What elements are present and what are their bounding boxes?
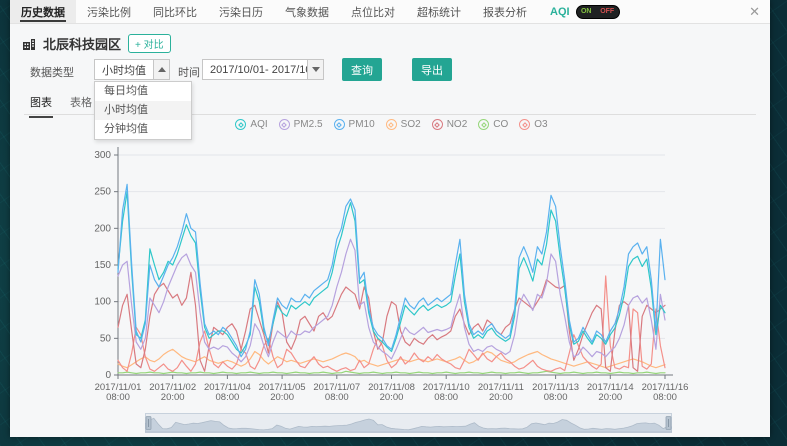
dropdown-option-1[interactable]: 小时均值 (95, 101, 191, 120)
tab-chart[interactable]: 图表 (30, 94, 52, 116)
svg-text:2017/11/0220:00: 2017/11/0220:00 (149, 382, 196, 402)
svg-text:2017/11/0408:00: 2017/11/0408:00 (204, 382, 251, 402)
legend-item-CO[interactable]: CO (478, 119, 508, 130)
legend-label: NO2 (447, 119, 468, 130)
time-range-select[interactable]: 2017/10/01- 2017/10/31 (202, 59, 324, 80)
legend-label: PM10 (349, 119, 375, 130)
nav-tab-5[interactable]: 点位比对 (340, 0, 406, 23)
legend-marker-icon (279, 119, 290, 130)
svg-text:100: 100 (94, 297, 111, 308)
toggle-off-label: OFF (600, 8, 614, 15)
data-type-value: 小时均值 (95, 62, 153, 78)
data-type-label: 数据类型 (30, 64, 74, 80)
data-type-select[interactable]: 小时均值 (94, 59, 170, 80)
datazoom-slider[interactable] (145, 413, 672, 433)
svg-text:2017/11/1120:00: 2017/11/1120:00 (478, 382, 524, 402)
legend-label: SO2 (401, 119, 421, 130)
svg-text:2017/11/1420:00: 2017/11/1420:00 (587, 382, 634, 402)
aqi-label: AQI (550, 6, 570, 18)
svg-text:200: 200 (94, 223, 111, 234)
nav-tabs: 历史数据污染比例同比环比污染日历气象数据点位比对超标统计报表分析 (10, 0, 538, 23)
legend-item-PM10[interactable]: PM10 (334, 119, 375, 130)
building-icon (22, 37, 36, 51)
legend-item-NO2[interactable]: NO2 (432, 119, 468, 130)
top-navbar: 历史数据污染比例同比环比污染日历气象数据点位比对超标统计报表分析 AQI ON … (10, 0, 770, 24)
time-label: 时间 (178, 64, 200, 80)
data-type-dropdown-list: 每日均值小时均值分钟均值 (94, 81, 192, 140)
datazoom-svg (145, 413, 672, 433)
legend-label: O3 (534, 119, 547, 130)
chevron-down-icon[interactable] (307, 60, 323, 79)
svg-text:2017/11/1308:00: 2017/11/1308:00 (532, 382, 579, 402)
svg-text:2017/11/0708:00: 2017/11/0708:00 (313, 382, 360, 402)
legend-label: PM2.5 (294, 119, 323, 130)
export-button[interactable]: 导出 (412, 58, 452, 81)
svg-text:2017/11/1608:00: 2017/11/1608:00 (642, 382, 689, 402)
legend-marker-icon (432, 119, 443, 130)
aqi-switch-group: AQI ON OFF (550, 0, 620, 23)
svg-text:2017/11/0520:00: 2017/11/0520:00 (259, 382, 306, 402)
app-background: 历史数据污染比例同比环比污染日历气象数据点位比对超标统计报表分析 AQI ON … (0, 0, 787, 446)
nav-tab-4[interactable]: 气象数据 (274, 0, 340, 23)
dropdown-option-2[interactable]: 分钟均值 (95, 120, 191, 139)
chart-area[interactable]: 0 50 100 150 200 250 300 2017/11/0108:00 2017/11… (10, 140, 770, 402)
svg-text:2017/11/0108:00: 2017/11/0108:00 (95, 382, 142, 402)
aqi-toggle[interactable]: ON OFF (576, 5, 620, 19)
svg-text:300: 300 (94, 150, 111, 161)
station-name: 北辰科技园区 (43, 34, 121, 53)
svg-text:2017/11/0820:00: 2017/11/0820:00 (368, 382, 415, 402)
nav-tab-2[interactable]: 同比环比 (142, 0, 208, 23)
legend-label: AQI (250, 119, 267, 130)
nav-tab-7[interactable]: 报表分析 (472, 0, 538, 23)
close-icon[interactable]: ✕ (739, 0, 770, 23)
station-row: 北辰科技园区 + 对比 (22, 34, 171, 53)
legend-marker-icon (478, 119, 489, 130)
query-button[interactable]: 查询 (342, 58, 382, 81)
series-line-CO (118, 371, 665, 373)
legend-marker-icon (519, 119, 530, 130)
dropdown-option-0[interactable]: 每日均值 (95, 82, 191, 101)
view-tabs: 图表 表格 (30, 94, 92, 116)
svg-text:150: 150 (94, 260, 111, 271)
svg-text:0: 0 (105, 370, 111, 381)
legend-marker-icon (386, 119, 397, 130)
legend-item-SO2[interactable]: SO2 (386, 119, 421, 130)
datazoom-handle-right[interactable] (666, 417, 671, 430)
time-range-value: 2017/10/01- 2017/10/31 (203, 64, 307, 76)
legend-marker-icon (235, 119, 246, 130)
legend-label: CO (493, 119, 508, 130)
legend-item-AQI[interactable]: AQI (235, 119, 267, 130)
legend-item-PM2.5[interactable]: PM2.5 (279, 119, 323, 130)
nav-tab-3[interactable]: 污染日历 (208, 0, 274, 23)
legend-marker-icon (334, 119, 345, 130)
datazoom-handle-left[interactable] (146, 417, 151, 430)
toggle-on-label: ON (581, 8, 592, 15)
svg-text:2017/11/1008:00: 2017/11/1008:00 (423, 382, 470, 402)
legend-item-O3[interactable]: O3 (519, 119, 547, 130)
chart-legend: AQI PM2.5 PM10 SO2 NO2 CO O3 (118, 119, 665, 130)
tab-table[interactable]: 表格 (70, 94, 92, 116)
nav-tab-1[interactable]: 污染比例 (76, 0, 142, 23)
chart-svg: 0 50 100 150 200 250 300 2017/11/0108:00 2017/11… (10, 140, 770, 402)
svg-text:250: 250 (94, 187, 111, 198)
nav-tab-6[interactable]: 超标统计 (406, 0, 472, 23)
chevron-up-icon[interactable] (153, 60, 169, 79)
svg-text:50: 50 (100, 333, 112, 344)
compare-button[interactable]: + 对比 (128, 34, 171, 53)
nav-tab-0[interactable]: 历史数据 (10, 0, 76, 23)
main-panel: 历史数据污染比例同比环比污染日历气象数据点位比对超标统计报表分析 AQI ON … (10, 0, 770, 437)
